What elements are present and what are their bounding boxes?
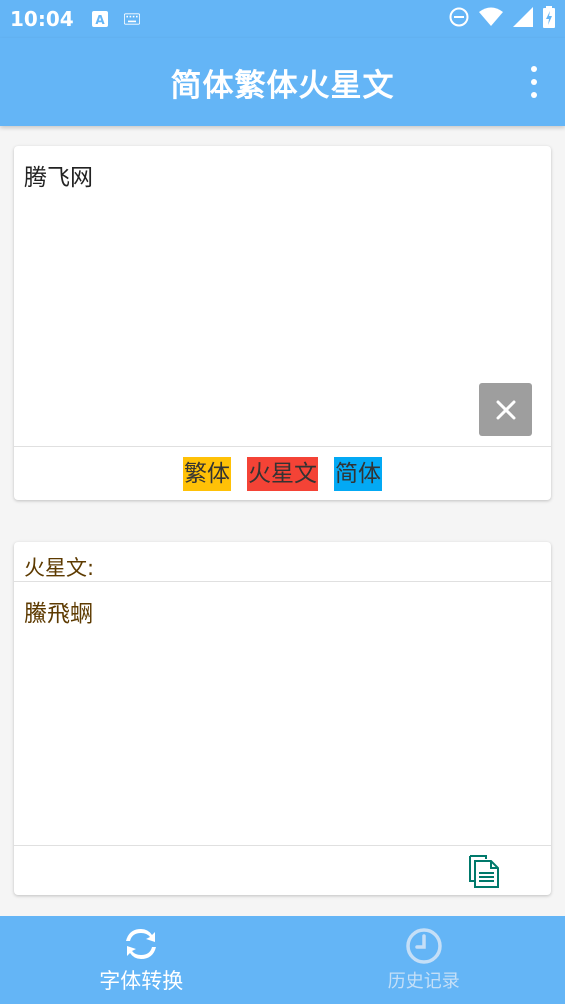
sync-icon — [126, 929, 157, 959]
copy-button[interactable] — [466, 851, 502, 889]
traditional-button[interactable]: 繁体 — [183, 456, 231, 491]
card-divider — [14, 845, 551, 846]
input-card: 繁体 火星文 简体 — [14, 146, 551, 500]
nav-history[interactable]: 历史记录 — [283, 916, 565, 1004]
app-bar: 简体繁体火星文 — [0, 38, 565, 126]
clock-icon — [406, 928, 442, 964]
close-icon — [496, 400, 515, 419]
app-title: 简体繁体火星文 — [170, 67, 395, 104]
copy-icon — [469, 855, 499, 888]
output-card: 火星文: 鰧飛蛧 — [14, 542, 551, 895]
a-notification-icon: A — [91, 11, 108, 27]
clear-button[interactable] — [479, 383, 532, 436]
signal-icon — [513, 7, 533, 31]
svg-text:A: A — [95, 13, 105, 27]
output-label: 火星文: — [24, 556, 95, 580]
status-bar: 10:04 A — [0, 0, 565, 38]
bottom-nav: 字体转换 历史记录 — [0, 916, 565, 1004]
nav-convert-label: 字体转换 — [99, 969, 184, 993]
status-time: 10:04 — [10, 7, 74, 31]
card-divider — [14, 581, 551, 582]
source-text-input[interactable] — [14, 146, 551, 446]
simplified-button[interactable]: 简体 — [334, 456, 382, 491]
martian-button[interactable]: 火星文 — [247, 456, 318, 491]
do-not-disturb-icon — [449, 7, 469, 31]
nav-convert[interactable]: 字体转换 — [0, 916, 283, 1004]
mode-selector: 繁体 火星文 简体 — [14, 447, 551, 500]
battery-icon — [543, 6, 555, 32]
wifi-icon — [479, 7, 503, 31]
nav-history-label: 历史记录 — [387, 971, 460, 992]
keyboard-icon — [123, 11, 140, 27]
more-vert-icon[interactable] — [525, 66, 543, 98]
output-text: 鰧飛蛧 — [24, 601, 93, 627]
